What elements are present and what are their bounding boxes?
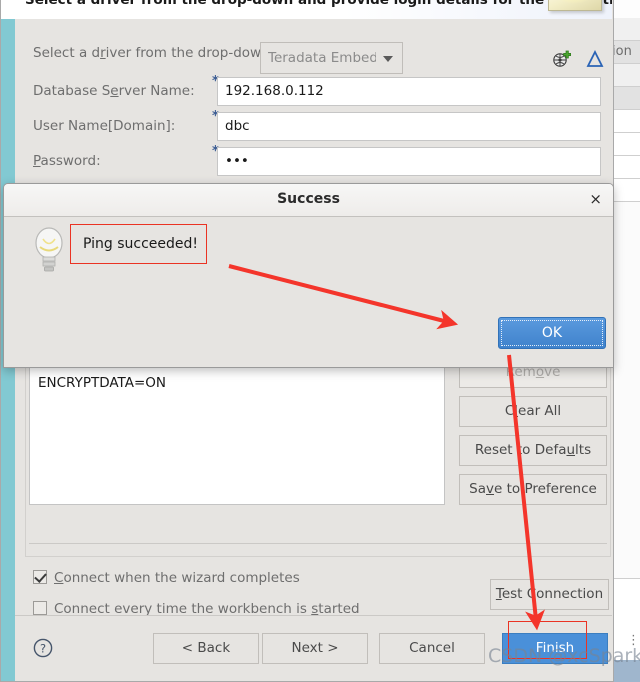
driver-row: Select a driver from the drop-down: Tera… [15, 39, 612, 74]
success-dialog: Success × Ping succeeded! OK [3, 183, 614, 368]
save-pref-label-post: e to Preference [494, 481, 597, 497]
driver-dropdown[interactable]: Teradata Embedded JDBC Driver | [260, 42, 403, 74]
background-overflow-dots[interactable]: ⋮ [627, 634, 640, 660]
success-dialog-title: Success [277, 191, 340, 207]
next-button[interactable]: Next > [262, 633, 368, 664]
globe-add-icon[interactable] [551, 49, 572, 69]
ok-button[interactable]: OK [498, 317, 606, 349]
field-label-username-pre: User Name[Domain]: [33, 118, 176, 134]
table-row[interactable] [610, 87, 640, 110]
database-server-name-input[interactable]: 192.168.0.112 [217, 77, 601, 106]
reset-label-post: lts [575, 442, 592, 458]
field-row-password: Password: * ••• [15, 144, 612, 176]
parameter-action-buttons: Remove Clear All Reset to Defaults Save … [459, 357, 607, 513]
clear-all-label-post: ear All [518, 403, 562, 419]
password-input[interactable]: ••• [217, 147, 601, 176]
field-label-server-mnemonic: e [110, 83, 119, 99]
table-row[interactable] [610, 64, 640, 87]
field-label-password-mnemonic: P [33, 153, 41, 169]
checkbox-indicator[interactable] [33, 570, 47, 584]
checkbox-indicator[interactable] [33, 601, 47, 615]
table-row[interactable]: ion [610, 41, 640, 64]
save-pref-label-pre: Sa [469, 481, 487, 497]
table-row[interactable] [610, 133, 640, 156]
svg-text:?: ? [40, 642, 46, 656]
field-row-server: Database Server Name: * 192.168.0.112 [15, 74, 612, 106]
background-status-strip [612, 660, 640, 682]
checkbox-label: Connect when the wizard completes [54, 569, 300, 587]
connection-form: Select a driver from the drop-down: Tera… [15, 19, 612, 209]
field-row-username: User Name[Domain]: * dbc [15, 109, 612, 141]
background-row-label: ion [612, 44, 632, 59]
delta-icon[interactable] [585, 49, 605, 69]
wizard-footer: ? < Back Next > Cancel Finish [15, 615, 612, 680]
wizard-banner-title: Select a driver from the drop-down and p… [25, 0, 612, 8]
clear-all-label-pre: C [504, 403, 515, 419]
field-label-password-post: assword: [40, 153, 101, 169]
save-to-preference-button[interactable]: Save to Preference [459, 474, 607, 505]
user-name-input[interactable]: dbc [217, 112, 601, 141]
wizard-banner: Select a driver from the drop-down and p… [15, 0, 612, 20]
field-label-server: Database Server Name: [33, 77, 195, 105]
field-label-server-pre: Database S [33, 83, 111, 99]
reset-label-pre: Reset to Defa [474, 442, 567, 458]
list-item[interactable]: ENCRYPTDATA=ON [30, 373, 444, 393]
table-row[interactable] [610, 156, 640, 179]
field-label-username: User Name[Domain]: [33, 112, 175, 140]
lightbulb-icon [31, 225, 67, 275]
table-row[interactable] [610, 18, 640, 41]
connection-parameters-list[interactable]: TMODE=ANSI ENCRYPTDATA=ON [29, 357, 445, 505]
success-dialog-titlebar: Success × [4, 184, 613, 217]
back-button[interactable]: < Back [153, 633, 259, 664]
driver-label-pre: Select a d [33, 45, 101, 61]
reset-to-defaults-button[interactable]: Reset to Defaults [459, 435, 607, 466]
test-conn-post: est Connection [501, 586, 604, 602]
finish-button[interactable]: Finish [502, 633, 608, 664]
divider [29, 543, 607, 544]
help-icon[interactable]: ? [33, 638, 53, 658]
wizard-banner-image [548, 0, 602, 11]
driver-label: Select a driver from the drop-down: [33, 39, 274, 67]
chevron-down-icon [383, 56, 393, 62]
cb0-post: onnect when the wizard completes [63, 570, 300, 586]
success-message: Ping succeeded! [83, 236, 199, 252]
screenshot-root: ion ⋮ Select a driver from the drop-down… [0, 0, 640, 682]
ok-button-label: OK [501, 320, 603, 346]
table-row[interactable] [610, 179, 640, 202]
driver-dropdown-value: Teradata Embedded JDBC Driver | [268, 50, 376, 66]
cancel-button[interactable]: Cancel [379, 633, 485, 664]
driver-label-post: iver from the drop-down: [105, 45, 275, 61]
table-row[interactable] [610, 110, 640, 133]
clear-all-button[interactable]: Clear All [459, 396, 607, 427]
field-label-password: Password: [33, 147, 101, 175]
close-icon[interactable]: × [589, 191, 602, 207]
test-connection-button[interactable]: Test Connection [490, 579, 609, 610]
wizard-left-strip-top [1, 0, 15, 19]
save-pref-label-mnemonic: v [486, 481, 495, 497]
field-label-server-post: rver Name: [118, 83, 195, 99]
reset-label-mnemonic: u [566, 442, 576, 458]
